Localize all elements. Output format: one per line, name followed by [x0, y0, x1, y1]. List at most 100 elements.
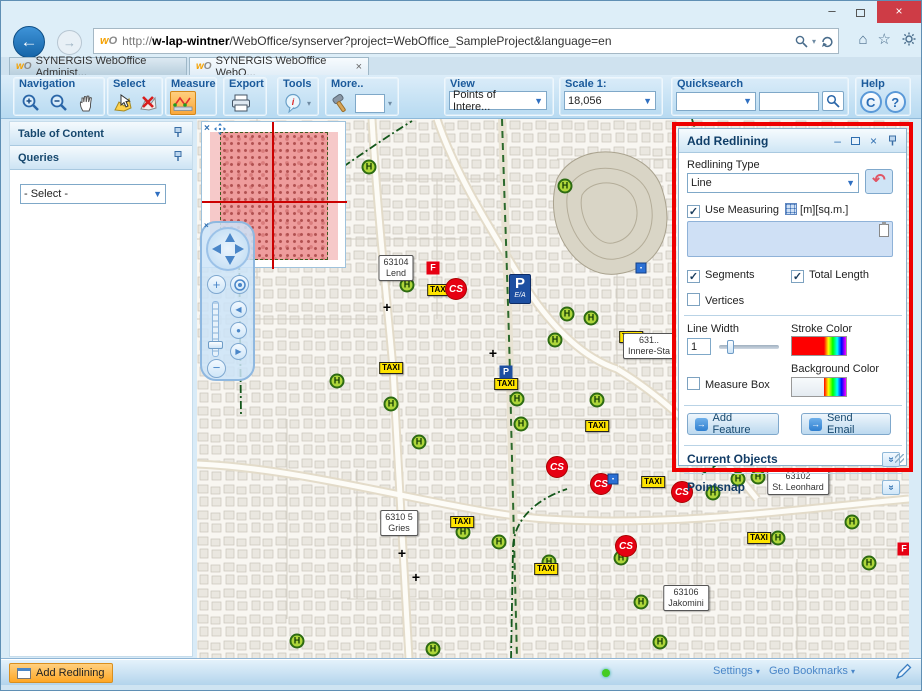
map-marker-cs[interactable]: CS — [615, 535, 637, 557]
pin-icon[interactable] — [172, 126, 184, 141]
map-marker-taxi[interactable]: TAXI — [450, 516, 474, 528]
measure-units-icon[interactable] — [785, 203, 797, 215]
panel-minimize-icon[interactable]: – — [834, 134, 841, 148]
query-select[interactable]: - Select - ▼ — [20, 184, 166, 204]
panel-restore-icon[interactable] — [851, 137, 860, 145]
overview-move-icon[interactable] — [214, 123, 226, 135]
window-close-button[interactable]: × — [877, 1, 921, 23]
select-features-button[interactable] — [112, 91, 134, 115]
segments-checkbox[interactable]: ✓Segments — [687, 269, 755, 283]
map-marker-h[interactable]: H — [845, 515, 860, 530]
back-button[interactable]: ← — [13, 26, 45, 58]
pan-compass[interactable] — [206, 227, 250, 271]
tab-close-icon[interactable]: × — [350, 61, 362, 73]
total-length-checkbox[interactable]: ✓Total Length — [791, 269, 869, 283]
zoom-out-widget-button[interactable]: − — [207, 359, 226, 378]
quicksearch-go-button[interactable] — [822, 91, 844, 111]
help-button[interactable]: ? — [885, 91, 907, 113]
home-icon[interactable]: ⌂ — [858, 31, 867, 48]
forward-button[interactable]: → — [57, 30, 82, 55]
contact-button[interactable]: C — [860, 91, 882, 113]
map-marker-h[interactable]: H — [771, 531, 786, 546]
map-marker-taxi[interactable]: TAXI — [747, 532, 771, 544]
table-of-content-header[interactable]: Table of Content — [10, 122, 192, 146]
favorites-star-icon[interactable]: ☆ — [878, 30, 891, 48]
map-marker-h[interactable]: H — [558, 179, 573, 194]
zoom-in-button[interactable] — [18, 91, 43, 115]
map-marker-cs[interactable]: CS — [445, 278, 467, 300]
add-feature-button[interactable]: →Add Feature — [687, 413, 779, 435]
scale-input[interactable]: 18,056 ▼ — [564, 91, 656, 110]
tab-weboffice-administrator[interactable]: wO SYNERGIS WebOffice Administ... — [9, 57, 187, 75]
panel-pin-icon[interactable] — [887, 135, 898, 146]
pin-icon[interactable] — [172, 150, 184, 165]
map-marker-church[interactable]: + — [489, 348, 497, 358]
map-marker-h[interactable]: H — [384, 397, 399, 412]
add-redlining-header[interactable]: Add Redlining – × — [679, 129, 906, 153]
map-marker-church[interactable]: + — [383, 302, 391, 312]
tools-dropdown-icon[interactable]: ▾ — [307, 99, 311, 108]
navwidget-close-icon[interactable]: × — [204, 221, 209, 230]
pan-south-icon[interactable] — [225, 256, 235, 265]
prev-extent-button[interactable]: ◀ — [230, 301, 247, 318]
send-email-button[interactable]: →Send Email — [801, 413, 891, 435]
map-navigation-widget[interactable]: × + ◀ ● ▶ − — [200, 221, 255, 381]
map-marker-taxi[interactable]: TAXI — [379, 362, 403, 374]
queries-header[interactable]: Queries — [10, 146, 192, 170]
full-extent-button[interactable] — [230, 275, 249, 294]
pan-west-icon[interactable] — [212, 244, 221, 254]
map-marker-h[interactable]: H — [362, 160, 377, 175]
stroke-color-swatch[interactable] — [791, 336, 847, 356]
map-marker-h[interactable]: H — [290, 634, 305, 649]
map-marker-h[interactable]: H — [590, 393, 605, 408]
overview-close-icon[interactable]: × — [204, 123, 210, 135]
zoom-slider-handle[interactable] — [208, 341, 223, 349]
undo-button[interactable]: ↶ — [865, 169, 893, 194]
map-marker-h[interactable]: H — [653, 635, 668, 650]
view-select[interactable]: Points of Intere... ▼ — [449, 91, 547, 110]
expand-chevrons-icon[interactable]: » — [882, 480, 900, 495]
geo-bookmarks-menu[interactable]: Geo Bookmarks ▾ — [769, 665, 855, 677]
search-icon[interactable] — [795, 35, 808, 48]
quicksearch-input[interactable] — [759, 92, 819, 111]
tab-weboffice-client[interactable]: wO SYNERGIS WebOffice WebO... × — [189, 57, 369, 75]
map-marker-church[interactable]: + — [412, 572, 420, 582]
map-marker-h[interactable]: H — [412, 435, 427, 450]
address-bar[interactable]: wO http://w-lap-wintner/WebOffice/synser… — [93, 28, 839, 54]
redlining-pen-icon[interactable] — [895, 663, 912, 685]
map-marker-taxi[interactable]: TAXI — [534, 563, 558, 575]
zoom-in-widget-button[interactable]: + — [207, 275, 226, 294]
panel-resize-grip[interactable] — [895, 454, 904, 463]
pan-north-icon[interactable] — [225, 233, 235, 242]
map-marker-f[interactable]: F — [898, 543, 910, 556]
map-marker-h[interactable]: H — [510, 392, 525, 407]
map-marker-h[interactable]: H — [426, 642, 441, 657]
taskbar-item-add-redlining[interactable]: Add Redlining — [9, 663, 113, 683]
more-dropdown-icon[interactable]: ▾ — [388, 99, 392, 108]
clipboard-icon[interactable] — [879, 224, 889, 237]
map-marker-h[interactable]: H — [862, 556, 877, 571]
map-marker-h[interactable]: H — [492, 535, 507, 550]
map-marker-h[interactable]: H — [514, 417, 529, 432]
window-minimize-button[interactable]: – — [819, 1, 845, 23]
search-dropdown-icon[interactable]: ▾ — [812, 37, 816, 46]
map-marker-psmall[interactable]: P — [500, 366, 513, 379]
gear-icon[interactable] — [901, 31, 917, 47]
redlining-type-select[interactable]: Line ▼ — [687, 173, 859, 193]
refresh-icon[interactable] — [820, 34, 834, 48]
map-marker-h[interactable]: H — [548, 333, 563, 348]
pointsnap-section[interactable]: Pointsnap » — [679, 475, 908, 499]
map-marker-h[interactable]: H — [584, 311, 599, 326]
next-extent-button[interactable]: ▶ — [230, 343, 247, 360]
info-balloon-button[interactable]: i — [282, 91, 304, 115]
map-marker-taxi[interactable]: TAXI — [641, 476, 665, 488]
map-marker-bsq[interactable]: ▪ — [636, 263, 647, 274]
current-objects-section[interactable]: Current Objects » — [679, 447, 908, 471]
map-marker-pbig[interactable]: PE/A — [509, 274, 531, 304]
measure-box-checkbox[interactable]: Measure Box — [687, 377, 770, 391]
map-marker-taxi[interactable]: TAXI — [494, 378, 518, 390]
map-marker-bsq[interactable]: ▪ — [608, 474, 619, 485]
map-marker-h[interactable]: H — [634, 595, 649, 610]
map-marker-church[interactable]: + — [398, 548, 406, 558]
background-color-picker[interactable] — [824, 378, 846, 396]
